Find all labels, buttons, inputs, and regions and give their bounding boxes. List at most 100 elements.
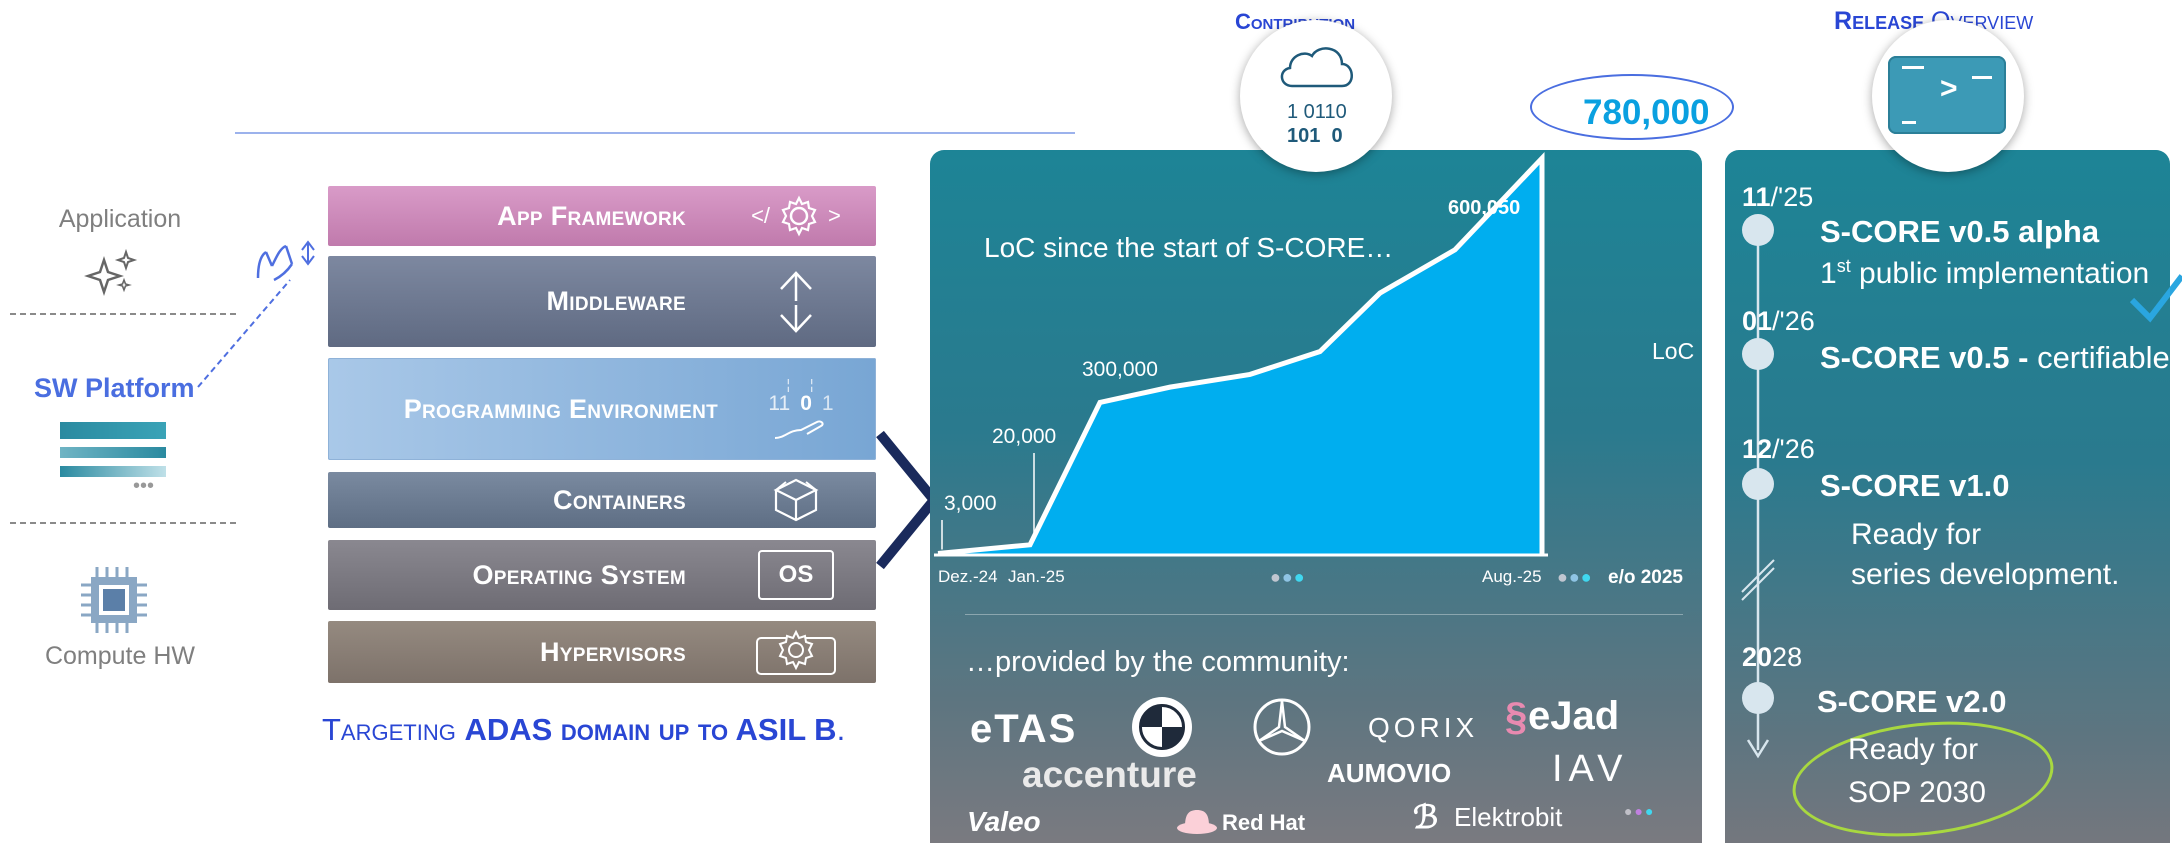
release-date-4-bold: 20 <box>1742 642 1773 672</box>
release-date-1: 11/'25 <box>1742 182 1813 213</box>
digits-a: 11 <box>768 392 791 415</box>
total-loc-label: 780,000 <box>1583 93 1710 132</box>
release-sub-4b: SOP 2030 <box>1848 776 1986 809</box>
binary-line-2: 101 0 <box>1287 125 1343 147</box>
logo-redhat: Red Hat <box>1222 810 1306 835</box>
layer-label: App Framework <box>497 200 686 231</box>
code-icon-open: </ <box>751 203 771 228</box>
release-sub-1-num: 1 <box>1820 257 1837 290</box>
xtick-eo-2025: e/o 2025 <box>1608 567 1683 588</box>
layer-label: Programming Environment <box>403 393 718 424</box>
release-date-1-bold: 11 <box>1742 182 1771 212</box>
xtick-dec-24: Dez.-24 <box>938 567 998 586</box>
data-label: 3,000 <box>944 492 997 515</box>
release-date-3: 12/'26 <box>1742 434 1815 465</box>
logo-accenture: accenture <box>1022 754 1197 795</box>
terminal-badge: > <box>1872 20 2024 172</box>
chip-icon <box>77 563 151 637</box>
layer-containers: Containers <box>328 472 876 528</box>
data-label: 20,000 <box>992 425 1056 448</box>
release-title-2-bold: S-CORE v0.5 - <box>1820 340 2029 375</box>
layer-programming-environment: Programming Environment ¦ ¦ 11 0 1 <box>328 358 876 460</box>
platform-stack-icon: ••• <box>60 422 166 502</box>
layer-app-framework: App Framework </ > <box>328 186 876 246</box>
release-sub-3a: Ready for <box>1851 518 1982 551</box>
targeting-domain: ADAS domain up to ASIL B <box>464 712 837 747</box>
logo-qorix: QORIX <box>1368 712 1479 743</box>
targeting-suffix: . <box>836 712 846 747</box>
release-sub-1-text: public implementation <box>1850 257 2150 290</box>
layer-label: Middleware <box>546 286 686 316</box>
logo-elektrobit: Elektrobit <box>1454 802 1563 832</box>
ejad-mark: § <box>1505 695 1528 739</box>
layer-label: Hypervisors <box>540 636 686 667</box>
terminal-icon: > <box>1888 56 2006 134</box>
release-title-3: S-CORE v1.0 <box>1820 468 2010 503</box>
release-date-3-bold: 12 <box>1742 434 1773 464</box>
redhat-icon <box>1175 806 1219 841</box>
release-sub-3b: series development. <box>1851 558 2120 591</box>
logo-ejad: eJad <box>1528 694 1620 738</box>
binary-line-1: 1 0110 <box>1287 101 1347 123</box>
release-date-4: 2028 <box>1742 642 1802 673</box>
logo-etas: eTAS <box>970 707 1078 751</box>
compute-hw-label: Compute HW <box>44 642 196 670</box>
release-date-2: 01/'26 <box>1742 306 1815 337</box>
mercedes-logo <box>1252 697 1312 762</box>
targeting-statement: Targeting ADAS domain up to ASIL B. <box>322 712 845 748</box>
pinch-hand-icon <box>252 238 322 288</box>
os-icon: OS <box>716 540 876 610</box>
code-gear-icon: </ > <box>716 186 876 246</box>
release-title-4: S-CORE v2.0 <box>1817 684 2007 719</box>
release-sub-1-sup: st <box>1836 256 1851 276</box>
os-badge: OS <box>758 550 834 600</box>
elektrobit-icon: ℬ <box>1413 799 1439 835</box>
release-sub-4a: Ready for <box>1848 733 1979 766</box>
release-title-2: S-CORE v0.5 - certifiable <box>1820 340 2170 376</box>
logo-valeo: Valeo <box>967 806 1041 837</box>
release-date-2-bold: 01 <box>1742 306 1773 336</box>
release-sub-1: 1st public implementation <box>1820 256 2149 291</box>
more-logos-dots: ●●● <box>1624 803 1656 819</box>
xtick-aug-25: Aug.-25 <box>1482 567 1542 586</box>
logo-aumovio: AUMOVIO <box>1327 758 1452 788</box>
release-date-1-rest: /'25 <box>1770 182 1814 212</box>
loc-area-chart: 3,000 20,000 300,000 600,050 <box>934 151 1548 557</box>
targeting-prefix: Targeting <box>322 712 465 747</box>
terminal-prompt: > <box>1940 72 1958 105</box>
timeline-node-2 <box>1742 338 1774 370</box>
up-down-arrows-icon <box>716 256 876 347</box>
layer-label: Operating System <box>472 559 686 590</box>
release-date-3-rest: /'26 <box>1772 434 1815 464</box>
timeline-node-3 <box>1742 468 1774 500</box>
digits-c: 1 <box>821 392 834 415</box>
digits-b: 0 <box>800 392 812 415</box>
layer-hypervisors: Hypervisors <box>328 621 876 683</box>
xaxis-dots-mid: ●●● <box>1270 567 1306 587</box>
layer-middleware: Middleware <box>328 256 876 347</box>
layer-label: Containers <box>553 484 686 515</box>
checkmark-icon <box>2130 274 2182 323</box>
timeline-node-1 <box>1742 214 1774 246</box>
timeline-node-4 <box>1742 682 1774 714</box>
chart-divider <box>965 614 1683 615</box>
data-label: 600,050 <box>1448 197 1520 219</box>
legend-divider-bottom <box>10 522 236 524</box>
sparkle-icon <box>84 248 144 298</box>
gear-box-icon <box>716 621 876 683</box>
box-icon <box>716 472 876 528</box>
xaxis-dots-right: ●●● <box>1557 567 1593 587</box>
data-label: 300,000 <box>1082 358 1158 381</box>
code-icon-close: > <box>828 203 841 228</box>
release-title-1: S-CORE v0.5 alpha <box>1820 214 2100 249</box>
code-hand-icon: ¦ ¦ 11 0 1 <box>726 358 876 460</box>
community-title: …provided by the community: <box>966 646 1350 678</box>
xtick-jan-25: Jan.-25 <box>1008 567 1065 586</box>
release-date-2-rest: /'26 <box>1772 306 1815 336</box>
layer-operating-system: Operating System OS <box>328 540 876 610</box>
release-title-r: R <box>1834 7 1853 35</box>
sw-platform-label: SW Platform <box>34 373 195 403</box>
release-title-2-rest: certifiable <box>2028 340 2170 375</box>
logo-iav: IAV <box>1552 748 1629 790</box>
release-date-4-rest: 28 <box>1772 642 1803 672</box>
